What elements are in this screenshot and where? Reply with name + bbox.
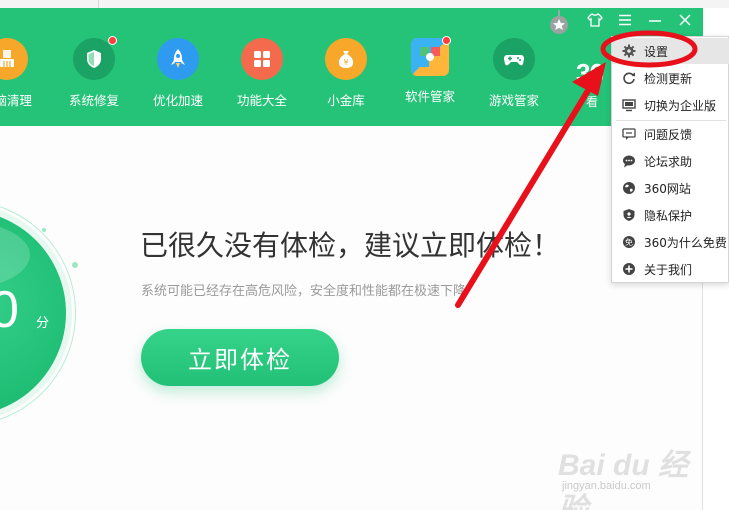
menu-item-label: 关于我们 xyxy=(644,262,693,277)
menu-item-website[interactable]: 360网站 xyxy=(612,175,729,201)
menu-item-label: 360为什么免费 xyxy=(644,235,727,250)
watermark-url: jingyan.baidu.com xyxy=(562,480,651,492)
menu-item-label: 问题反馈 xyxy=(644,127,693,142)
menu-item-enterprise[interactable]: 切换为企业版 xyxy=(612,92,729,118)
gamepad-icon xyxy=(493,38,535,80)
menu-item-label: 360网站 xyxy=(644,181,691,196)
notification-badge xyxy=(108,36,117,45)
watermark-logo: Bai du 经验 xyxy=(558,449,689,510)
brand-logo: 36 xyxy=(576,58,604,88)
money-bag-icon: ¥ xyxy=(325,38,367,80)
top-toolbar: 电脑清理 系统修复 优化加速 功能大全 xyxy=(0,8,703,126)
menu-item-check-update[interactable]: 检测更新 xyxy=(612,65,729,91)
tool-system-repair[interactable]: 系统修复 xyxy=(59,36,129,109)
feedback-icon xyxy=(622,127,636,141)
brand-subtitle: 看 xyxy=(586,95,599,109)
menu-item-forum[interactable]: 论坛求助 xyxy=(612,148,729,174)
menu-item-label: 设置 xyxy=(644,44,669,59)
software-icon xyxy=(411,36,451,76)
skin-icon[interactable] xyxy=(587,12,603,28)
background-window xyxy=(0,0,729,8)
svg-text:¥: ¥ xyxy=(343,58,348,67)
page-headline: 已很久没有体检，建议立即体检！ xyxy=(140,229,561,262)
globe-icon xyxy=(622,181,636,195)
tool-game-manager[interactable]: 游戏管家 xyxy=(479,38,549,109)
grid-icon xyxy=(241,38,283,80)
refresh-icon xyxy=(622,71,636,85)
gear-icon xyxy=(622,44,636,58)
health-score: 0 xyxy=(0,281,19,339)
background-divider xyxy=(98,0,99,8)
decor-dot xyxy=(42,228,46,232)
tool-software-manager[interactable]: 软件管家 xyxy=(395,36,465,105)
tool-label: 系统修复 xyxy=(68,93,119,108)
shield-icon xyxy=(73,36,117,80)
main-menu-icon[interactable] xyxy=(617,12,633,28)
start-checkup-button[interactable]: 立即体检 xyxy=(141,329,339,386)
info-plus-icon xyxy=(622,262,636,276)
free-icon: 免 xyxy=(622,235,636,249)
rocket-icon xyxy=(157,38,199,80)
privacy-shield-icon xyxy=(622,208,636,222)
tool-label: 小金库 xyxy=(327,93,365,108)
main-dropdown-menu: 设置 检测更新 切换为企业版 问题反馈 论坛求助 360网站 隐私保护 免 36… xyxy=(611,36,729,283)
decor-dot xyxy=(72,262,78,268)
menu-item-label: 检测更新 xyxy=(644,71,693,86)
menu-item-feedback[interactable]: 问题反馈 xyxy=(612,121,729,147)
tool-optimize-speed[interactable]: 优化加速 xyxy=(143,38,213,109)
tool-small-treasury[interactable]: ¥ 小金库 xyxy=(311,38,381,109)
notification-badge xyxy=(442,36,451,45)
tool-label: 游戏管家 xyxy=(488,93,539,108)
tool-label: 优化加速 xyxy=(152,93,203,108)
minimize-icon[interactable] xyxy=(647,12,663,28)
screenshot-stage: 电脑清理 系统修复 优化加速 功能大全 xyxy=(0,0,729,510)
baidu-jingyan-watermark: Bai du 经验 jingyan.baidu.com xyxy=(558,440,708,510)
page-subline: 系统可能已经存在高危风险，安全度和性能都在极速下降 xyxy=(141,284,467,299)
menu-item-label: 论坛求助 xyxy=(644,154,693,169)
score-unit: 分 xyxy=(36,316,50,331)
tool-label: 软件管家 xyxy=(404,89,455,104)
svg-text:免: 免 xyxy=(625,237,633,247)
close-icon[interactable] xyxy=(677,12,693,28)
chat-icon xyxy=(622,154,636,168)
tool-all-features[interactable]: 功能大全 xyxy=(227,38,297,109)
menu-item-label: 隐私保护 xyxy=(644,208,693,223)
menu-item-privacy[interactable]: 隐私保护 xyxy=(612,202,729,228)
menu-item-about[interactable]: 关于我们 xyxy=(612,256,729,282)
window-controls xyxy=(587,12,693,28)
menu-item-label: 切换为企业版 xyxy=(644,98,717,113)
tool-label: 电脑清理 xyxy=(0,93,32,108)
broom-icon xyxy=(0,38,28,80)
menu-item-settings[interactable]: 设置 xyxy=(612,38,729,64)
menu-item-why-free[interactable]: 免 360为什么免费 xyxy=(612,229,729,255)
monitor-icon xyxy=(622,98,636,112)
tool-label: 功能大全 xyxy=(236,93,287,108)
medal-icon[interactable] xyxy=(549,10,569,36)
tool-pc-cleanup[interactable]: 电脑清理 xyxy=(0,38,42,109)
